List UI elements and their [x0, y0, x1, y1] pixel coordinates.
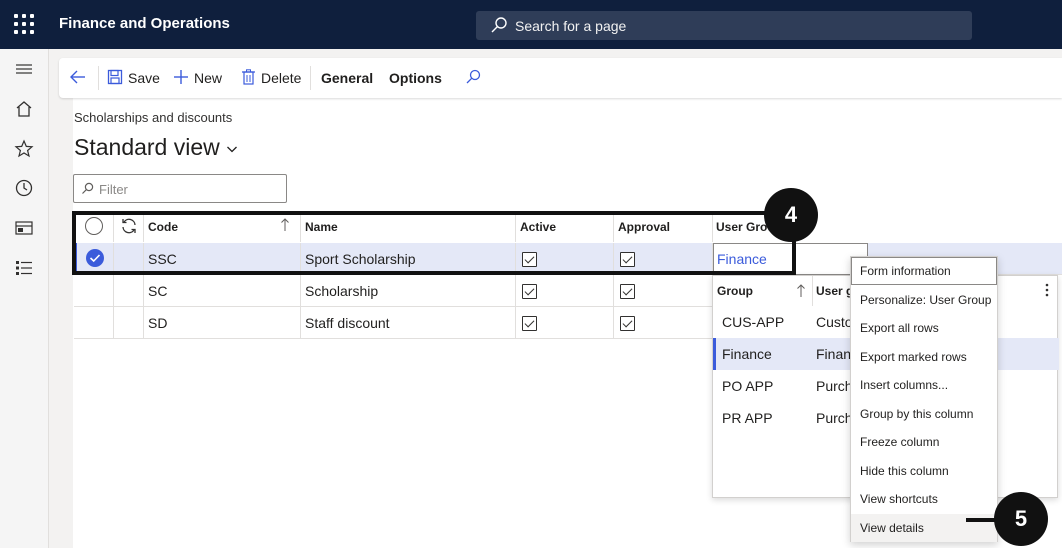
cell-name[interactable]: Staff discount [301, 307, 516, 339]
filter-input[interactable]: Filter [73, 174, 287, 203]
active-checkbox[interactable] [522, 283, 537, 299]
new-button[interactable]: New [173, 58, 222, 98]
plus-icon [173, 69, 189, 88]
left-navigation [0, 49, 49, 548]
sort-ascending-icon [796, 284, 806, 301]
active-checkbox[interactable] [522, 315, 537, 331]
action-search-button[interactable] [465, 58, 481, 98]
step-5-badge: 5 [994, 492, 1048, 546]
menu-item-insert-columns[interactable]: Insert columns... [851, 371, 997, 399]
row-select-checkbox[interactable] [74, 307, 114, 339]
menu-item-hide-column[interactable]: Hide this column [851, 457, 997, 485]
app-launcher-icon[interactable] [14, 14, 34, 34]
row-select-checkbox[interactable] [74, 275, 114, 307]
save-icon [107, 69, 123, 88]
tab-options[interactable]: Options [389, 58, 442, 98]
tab-general[interactable]: General [321, 58, 373, 98]
save-label: Save [128, 70, 160, 86]
approval-checkbox[interactable] [620, 315, 635, 331]
menu-item-freeze-column[interactable]: Freeze column [851, 428, 997, 456]
table-row[interactable]: SC Scholarship [74, 275, 714, 307]
star-icon[interactable] [14, 139, 34, 159]
callout-highlight-box [72, 211, 796, 275]
back-button[interactable] [69, 58, 87, 98]
action-bar: Save New Delete General Options [59, 58, 1062, 98]
cell-name[interactable]: Scholarship [301, 275, 516, 307]
cell-code[interactable]: SC [144, 275, 301, 307]
search-icon [490, 16, 508, 39]
cell-active[interactable] [516, 275, 614, 307]
view-selector[interactable]: Standard view [74, 134, 238, 161]
menu-item-export-marked-rows[interactable]: Export marked rows [851, 343, 997, 371]
step-4-badge: 4 [764, 188, 818, 242]
trash-icon [241, 68, 256, 88]
filter-placeholder: Filter [99, 182, 128, 197]
app-title: Finance and Operations [59, 15, 230, 32]
cell-approval[interactable] [614, 275, 713, 307]
page-search-box[interactable]: Search for a page [476, 11, 972, 40]
table-row[interactable]: SD Staff discount [74, 307, 714, 339]
search-placeholder: Search for a page [515, 18, 627, 34]
chevron-down-icon [226, 134, 238, 161]
delete-button[interactable]: Delete [241, 58, 301, 98]
menu-item-group-by-column[interactable]: Group by this column [851, 400, 997, 428]
callout-pointer-line [966, 518, 996, 522]
menu-item-form-information[interactable]: Form information [851, 257, 997, 285]
page-title: Standard view [74, 134, 220, 160]
cell-approval[interactable] [614, 307, 713, 339]
more-options-icon[interactable] [1045, 283, 1049, 302]
clock-icon[interactable] [14, 178, 34, 198]
lookup-user-group-label: User g [816, 284, 854, 298]
save-button[interactable]: Save [107, 58, 160, 98]
lookup-group-label: Group [717, 284, 753, 298]
home-icon[interactable] [14, 99, 34, 119]
cell-code[interactable]: SD [144, 307, 301, 339]
search-icon [81, 182, 94, 200]
menu-item-export-all-rows[interactable]: Export all rows [851, 314, 997, 342]
column-context-menu: Form information Personalize: User Group… [850, 256, 998, 542]
breadcrumb: Scholarships and discounts [74, 110, 233, 125]
top-bar: Finance and Operations Search for a page [0, 0, 1062, 49]
delete-label: Delete [261, 70, 302, 86]
list-icon[interactable] [14, 258, 34, 278]
cell-active[interactable] [516, 307, 614, 339]
menu-item-personalize[interactable]: Personalize: User Group [851, 286, 997, 314]
search-icon [465, 69, 481, 88]
workspace-icon[interactable] [14, 218, 34, 238]
lookup-header-group[interactable]: Group [717, 276, 813, 306]
new-label: New [194, 70, 223, 86]
menu-item-view-shortcuts[interactable]: View shortcuts [851, 485, 997, 513]
approval-checkbox[interactable] [620, 283, 635, 299]
hamburger-icon[interactable] [14, 60, 34, 80]
back-arrow-icon [69, 68, 87, 89]
